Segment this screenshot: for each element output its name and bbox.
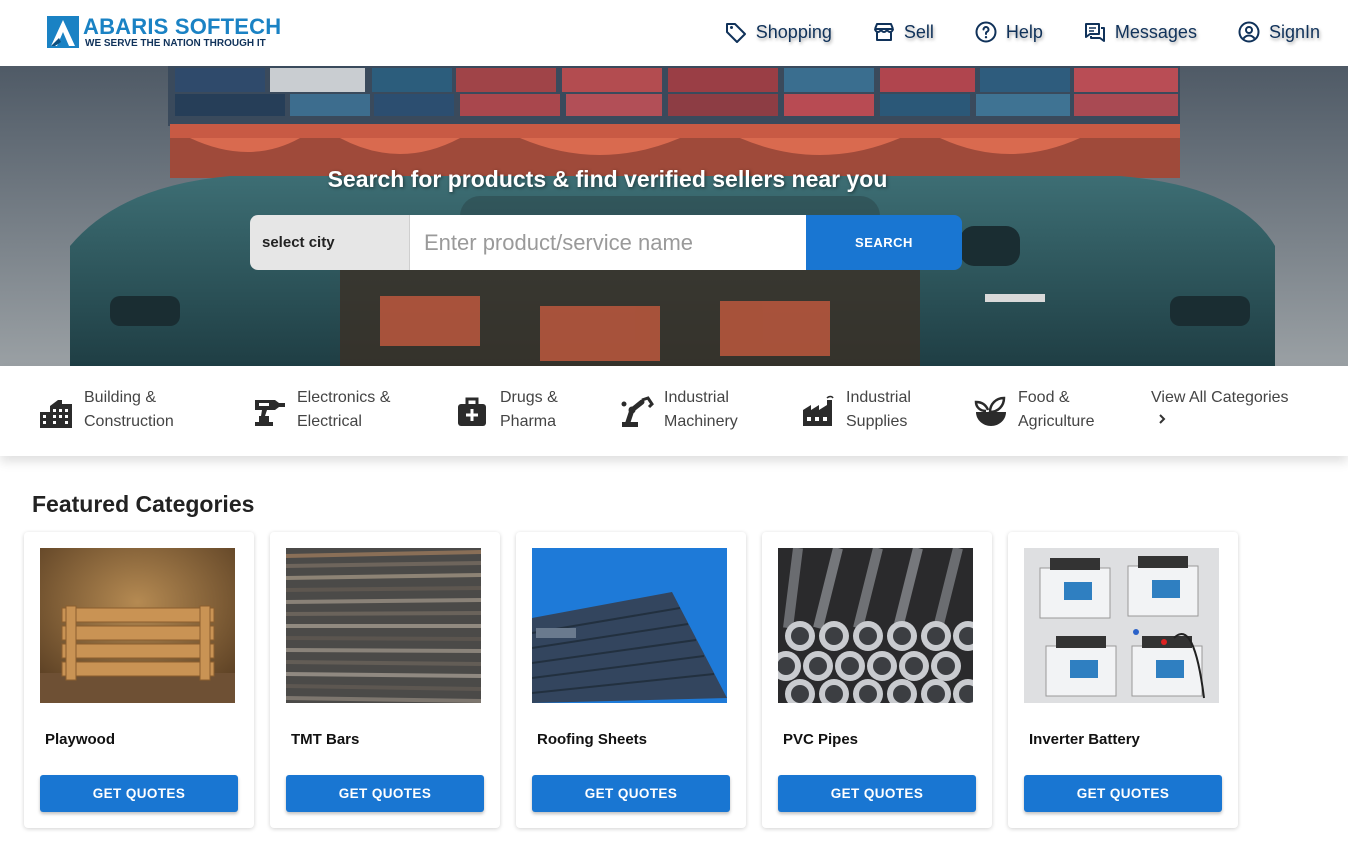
search-button[interactable]: SEARCH — [806, 215, 962, 270]
category-line1: Food & — [1018, 389, 1070, 406]
hero-title: Search for products & find verified sell… — [327, 166, 888, 192]
get-quotes-button[interactable]: GET QUOTES — [1024, 775, 1222, 812]
category-drugs-pharma[interactable]: Drugs & Pharma — [454, 386, 558, 434]
get-quotes-button[interactable]: GET QUOTES — [532, 775, 730, 812]
search-input[interactable] — [410, 215, 806, 270]
category-food-agriculture[interactable]: Food & Agriculture — [972, 386, 1094, 434]
city-select[interactable]: select city — [250, 215, 410, 270]
nav-messages[interactable]: Messages — [1083, 20, 1197, 44]
view-all-label: View All Categories — [1151, 389, 1289, 406]
category-line1: Industrial — [846, 389, 911, 406]
category-strip: Building & Construction Electronics & Elec… — [0, 366, 1348, 456]
product-image — [778, 548, 973, 703]
category-line2: Supplies — [846, 413, 908, 430]
nav-help[interactable]: Help — [974, 20, 1043, 44]
help-icon — [975, 21, 997, 43]
header: ABARIS SOFTECH WE SERVE THE NATION THROU… — [0, 0, 1348, 66]
nav-shopping[interactable]: Shopping — [724, 20, 832, 44]
hero-banner: Search for products & find verified sell… — [0, 66, 1348, 366]
category-line2: Agriculture — [1018, 413, 1095, 430]
nav-signin-label: SignIn — [1268, 21, 1320, 42]
category-line1: Electronics & — [297, 389, 391, 406]
product-card[interactable]: PVC Pipes GET QUOTES — [762, 532, 992, 828]
product-name: Inverter Battery — [1029, 731, 1140, 748]
product-name: Playwood — [45, 731, 116, 748]
nav-sell[interactable]: Sell — [872, 20, 934, 44]
logo-mark-icon — [47, 16, 79, 48]
nav-sell-label: Sell — [903, 21, 934, 42]
messages-icon — [1084, 23, 1105, 42]
robot-arm-icon — [621, 396, 654, 427]
category-line2: Electrical — [297, 413, 362, 430]
product-name: TMT Bars — [291, 731, 360, 748]
brand-tagline: WE SERVE THE NATION THROUGH IT — [85, 38, 266, 49]
tag-icon — [725, 23, 746, 43]
category-line1: Industrial — [664, 389, 729, 406]
product-image — [1024, 548, 1219, 703]
nav-help-label: Help — [1005, 21, 1043, 42]
logo[interactable]: ABARIS SOFTECH WE SERVE THE NATION THROU… — [47, 16, 281, 50]
category-industrial-machinery[interactable]: Industrial Machinery — [618, 386, 738, 434]
product-name: Roofing Sheets — [537, 731, 648, 748]
top-nav: Shopping Sell Help Messages SignIn — [684, 20, 1320, 44]
get-quotes-button[interactable]: GET QUOTES — [40, 775, 238, 812]
product-image — [532, 548, 727, 703]
category-line2: Construction — [84, 413, 174, 430]
category-building-construction[interactable]: Building & Construction — [38, 386, 174, 434]
nav-messages-label: Messages — [1114, 21, 1197, 42]
factory-icon — [803, 395, 834, 426]
product-card[interactable]: TMT Bars GET QUOTES — [270, 532, 500, 828]
featured-title: Featured Categories — [32, 491, 255, 517]
product-image — [40, 548, 235, 703]
plant-bowl-icon — [974, 396, 1006, 426]
brand-name: ABARIS SOFTECH — [83, 14, 282, 39]
account-icon — [1238, 21, 1260, 43]
category-line1: Building & — [84, 389, 157, 406]
product-card[interactable]: Playwood GET QUOTES — [24, 532, 254, 828]
product-image — [286, 548, 481, 703]
get-quotes-button[interactable]: GET QUOTES — [286, 775, 484, 812]
store-icon — [873, 23, 894, 41]
search-bar: select city SEARCH — [250, 215, 962, 270]
category-industrial-supplies[interactable]: Industrial Supplies — [800, 386, 911, 434]
chevron-right-icon — [1159, 414, 1166, 424]
building-icon — [40, 400, 72, 428]
category-line2: Pharma — [500, 413, 557, 430]
medical-kit-icon — [458, 397, 486, 426]
get-quotes-button[interactable]: GET QUOTES — [778, 775, 976, 812]
nav-signin[interactable]: SignIn — [1237, 20, 1320, 44]
category-electronics-electrical[interactable]: Electronics & Electrical — [251, 386, 390, 434]
product-name: PVC Pipes — [783, 731, 859, 748]
product-card[interactable]: Inverter Battery GET QUOTES — [1008, 532, 1238, 828]
category-line2: Machinery — [664, 413, 738, 430]
drill-icon — [255, 400, 285, 426]
nav-shopping-label: Shopping — [755, 21, 832, 42]
product-card[interactable]: Roofing Sheets GET QUOTES — [516, 532, 746, 828]
category-line1: Drugs & — [500, 389, 558, 406]
view-all-categories[interactable]: View All Categories — [1151, 386, 1289, 426]
